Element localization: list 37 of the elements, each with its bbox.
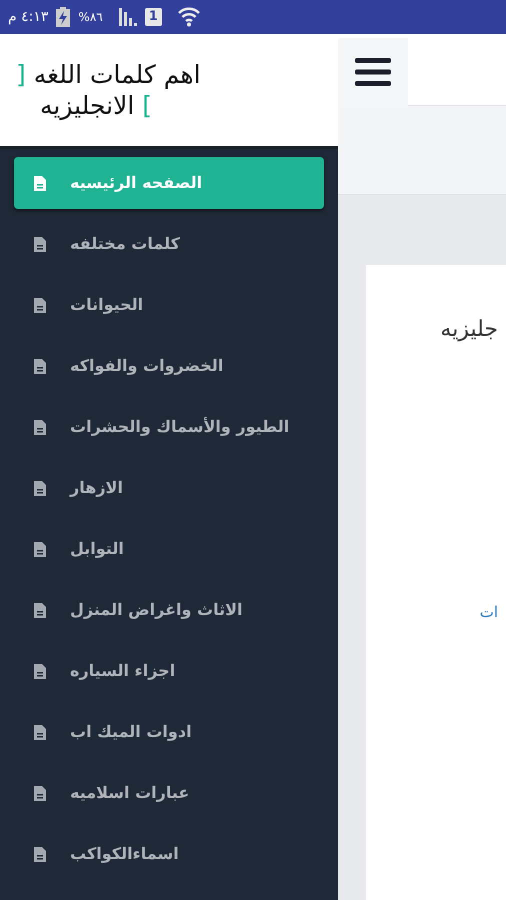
clock-text: ٤:١٣ م [8,8,48,26]
document-icon [34,480,46,496]
document-icon [34,602,46,618]
link[interactable]: ات [480,601,498,624]
menu-item[interactable]: اجزاء السياره [14,645,324,697]
app-title-text: الانجليزيه [40,90,134,122]
menu-button[interactable] [338,38,408,106]
battery-percent-text: %٨٦ [78,9,103,26]
menu-item[interactable]: الطيور والأسماك والحشرات [14,401,324,453]
page-heading: جليزيه [440,316,498,344]
document-icon [34,724,46,740]
signal-icon [118,8,137,26]
document-icon [34,176,46,190]
menu-item[interactable]: اسماءالكواكب [14,828,324,880]
menu-item[interactable]: الاثاث واغراض المنزل [14,584,324,636]
document-icon [34,786,46,800]
menu-item[interactable]: كلمات مختلفه [14,218,324,270]
document-icon [34,664,46,678]
sim-indicator: 1 [144,8,162,26]
app-title-text: اهم كلمات اللغه [34,58,201,90]
menu-item[interactable]: ادوات الميك اب [14,706,324,758]
document-icon [34,236,46,252]
menu-item[interactable]: التوابل [14,523,324,575]
document-icon [34,298,46,312]
bracket-text: [ [142,90,152,122]
menu-icon [355,58,391,86]
battery-charging-icon [56,7,70,27]
document-icon [34,846,46,862]
menu-item[interactable]: الحيوانات [14,279,324,331]
menu-item[interactable]: عبارات اسلاميه [14,767,324,819]
document-icon [34,542,46,556]
bracket-text: ] [16,58,26,90]
menu-item[interactable]: الخضروات والفواكه [14,340,324,392]
document-icon [34,420,46,434]
wifi-icon [178,7,200,27]
document-icon [34,358,46,374]
menu-item[interactable]: الازهار [14,462,324,514]
